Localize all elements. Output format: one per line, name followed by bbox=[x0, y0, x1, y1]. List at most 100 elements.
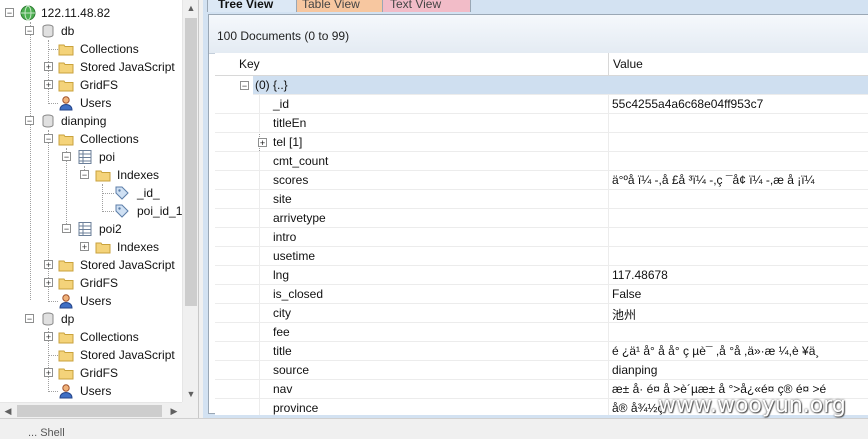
table-row[interactable]: arrivetype bbox=[215, 209, 868, 228]
database-tree: − 122.11.48.82 − db Collections + Stored… bbox=[0, 0, 182, 402]
column-header-value[interactable]: Value bbox=[613, 57, 643, 71]
expand-toggle[interactable]: + bbox=[44, 80, 53, 90]
tree-node-collections[interactable]: − Collections bbox=[0, 130, 180, 148]
tree-node-database-dianping[interactable]: − dianping bbox=[0, 112, 180, 130]
expand-toggle[interactable]: + bbox=[44, 368, 53, 378]
tree-node-gridfs[interactable]: + GridFS bbox=[0, 76, 180, 94]
document-tree-grid: Key Value − (0) {..} _id 55c4255a4a6c68e0… bbox=[215, 53, 868, 415]
table-row[interactable]: is_closed False bbox=[215, 285, 868, 304]
collapse-toggle[interactable]: − bbox=[240, 81, 249, 91]
row-key: lng bbox=[273, 268, 290, 282]
table-row[interactable]: − (0) {..} bbox=[215, 76, 868, 95]
column-divider bbox=[259, 171, 260, 190]
tree-node-stored-javascript[interactable]: + Stored JavaScript bbox=[0, 58, 180, 76]
user-icon bbox=[59, 96, 73, 111]
collapse-toggle[interactable]: − bbox=[44, 134, 53, 144]
tree-node-collections[interactable]: + Collections bbox=[0, 328, 180, 346]
column-divider bbox=[608, 285, 609, 304]
column-divider bbox=[259, 190, 260, 209]
table-row[interactable]: + tel [1] bbox=[215, 133, 868, 152]
scroll-up-icon[interactable]: ▲ bbox=[183, 0, 198, 16]
table-row[interactable]: intro bbox=[215, 228, 868, 247]
tree-node-stored-javascript[interactable]: Stored JavaScript bbox=[0, 346, 180, 364]
status-bar: ... Shell bbox=[0, 418, 868, 439]
table-row[interactable]: source dianping bbox=[215, 361, 868, 380]
index-tag-icon bbox=[115, 186, 129, 200]
expand-toggle[interactable]: + bbox=[44, 332, 53, 342]
collapse-toggle[interactable]: − bbox=[25, 26, 34, 36]
tree-node-collections[interactable]: Collections bbox=[0, 40, 180, 58]
table-row[interactable]: _id 55c4255a4a6c68e04ff953c7 bbox=[215, 95, 868, 114]
table-row[interactable]: lng 117.48678 bbox=[215, 266, 868, 285]
tree-node-index[interactable]: poi_id_1 bbox=[0, 202, 182, 220]
column-divider bbox=[259, 342, 260, 361]
collection-table-icon bbox=[78, 150, 92, 164]
tree-node-users[interactable]: Users bbox=[0, 292, 180, 310]
tree-label: poi2 bbox=[99, 222, 122, 236]
tree-guide-line bbox=[48, 391, 58, 392]
expand-toggle[interactable]: + bbox=[44, 62, 53, 72]
collapse-toggle[interactable]: − bbox=[62, 224, 71, 234]
tab-tree-view[interactable]: Tree View bbox=[207, 0, 297, 12]
column-divider bbox=[608, 361, 609, 380]
scroll-thumb[interactable] bbox=[17, 405, 162, 417]
scroll-left-icon[interactable]: ◀ bbox=[0, 403, 16, 418]
column-header-key[interactable]: Key bbox=[239, 57, 260, 71]
tree-label: poi_id_1 bbox=[137, 204, 182, 218]
column-divider bbox=[608, 380, 609, 399]
expand-toggle[interactable]: + bbox=[258, 138, 267, 148]
row-key: site bbox=[273, 192, 292, 206]
database-icon bbox=[42, 312, 54, 326]
tree-node-database-dp[interactable]: − dp bbox=[0, 310, 180, 328]
tree-node-gridfs[interactable]: + GridFS bbox=[0, 274, 180, 292]
row-value: é ¿ä¹ å° å å° ç µè¯ ,å °å ,ä»·æ ¼,è ¥ä¸ bbox=[612, 344, 820, 358]
scroll-thumb[interactable] bbox=[185, 18, 197, 306]
tree-node-collection-poi[interactable]: − poi bbox=[0, 148, 180, 166]
tree-node-stored-javascript[interactable]: + Stored JavaScript bbox=[0, 256, 180, 274]
table-row[interactable]: scores ä°ºå ï¼ -,å £å ³ï¼ -,ç ¯å¢ ï¼ -,æ … bbox=[215, 171, 868, 190]
column-divider bbox=[608, 342, 609, 361]
table-row[interactable]: fee bbox=[215, 323, 868, 342]
column-divider bbox=[259, 399, 260, 415]
table-row[interactable]: city 池州 bbox=[215, 304, 868, 323]
column-divider bbox=[259, 304, 260, 323]
table-row[interactable]: titleEn bbox=[215, 114, 868, 133]
tab-text-view[interactable]: Text View bbox=[379, 0, 471, 12]
column-divider bbox=[259, 209, 260, 228]
row-key: nav bbox=[273, 382, 293, 396]
expand-toggle[interactable]: + bbox=[44, 260, 53, 270]
collapse-toggle[interactable]: − bbox=[80, 170, 89, 180]
row-key: is_closed bbox=[273, 287, 324, 301]
column-divider bbox=[608, 95, 609, 114]
tree-node-collection-poi2[interactable]: − poi2 bbox=[0, 220, 180, 238]
collapse-toggle[interactable]: − bbox=[62, 152, 71, 162]
tree-horizontal-scrollbar[interactable]: ◀ ▶ bbox=[0, 402, 182, 418]
folder-open-icon bbox=[95, 170, 111, 182]
user-icon bbox=[59, 384, 73, 399]
tree-node-server[interactable]: − 122.11.48.82 bbox=[0, 4, 180, 22]
column-divider bbox=[259, 114, 260, 133]
scroll-down-icon[interactable]: ▼ bbox=[183, 386, 198, 402]
expand-toggle[interactable]: + bbox=[44, 278, 53, 288]
collapse-toggle[interactable]: − bbox=[25, 314, 34, 324]
row-key: city bbox=[273, 306, 291, 320]
table-row[interactable]: cmt_count bbox=[215, 152, 868, 171]
tree-node-indexes[interactable]: + Indexes bbox=[0, 238, 180, 256]
tab-table-view[interactable]: Table View bbox=[291, 0, 383, 12]
table-row[interactable]: site bbox=[215, 190, 868, 209]
collapse-toggle[interactable]: − bbox=[5, 8, 14, 18]
tree-node-index[interactable]: _id_ bbox=[0, 184, 180, 202]
collapse-toggle[interactable]: − bbox=[25, 116, 34, 126]
tree-vertical-scrollbar[interactable]: ▲ ▼ bbox=[182, 0, 198, 402]
table-row[interactable]: usetime bbox=[215, 247, 868, 266]
column-divider bbox=[259, 152, 260, 171]
table-row[interactable]: title é ¿ä¹ å° å å° ç µè¯ ,å °å ,ä»·æ ¼,è… bbox=[215, 342, 868, 361]
tree-node-users[interactable]: Users bbox=[0, 382, 180, 400]
expand-toggle[interactable]: + bbox=[80, 242, 89, 252]
scroll-right-icon[interactable]: ▶ bbox=[166, 403, 182, 418]
tree-node-indexes[interactable]: − Indexes bbox=[0, 166, 180, 184]
tree-node-database-db[interactable]: − db bbox=[0, 22, 180, 40]
tree-node-gridfs[interactable]: + GridFS bbox=[0, 364, 180, 382]
column-divider[interactable] bbox=[608, 53, 609, 75]
tree-node-users[interactable]: Users bbox=[0, 94, 180, 112]
